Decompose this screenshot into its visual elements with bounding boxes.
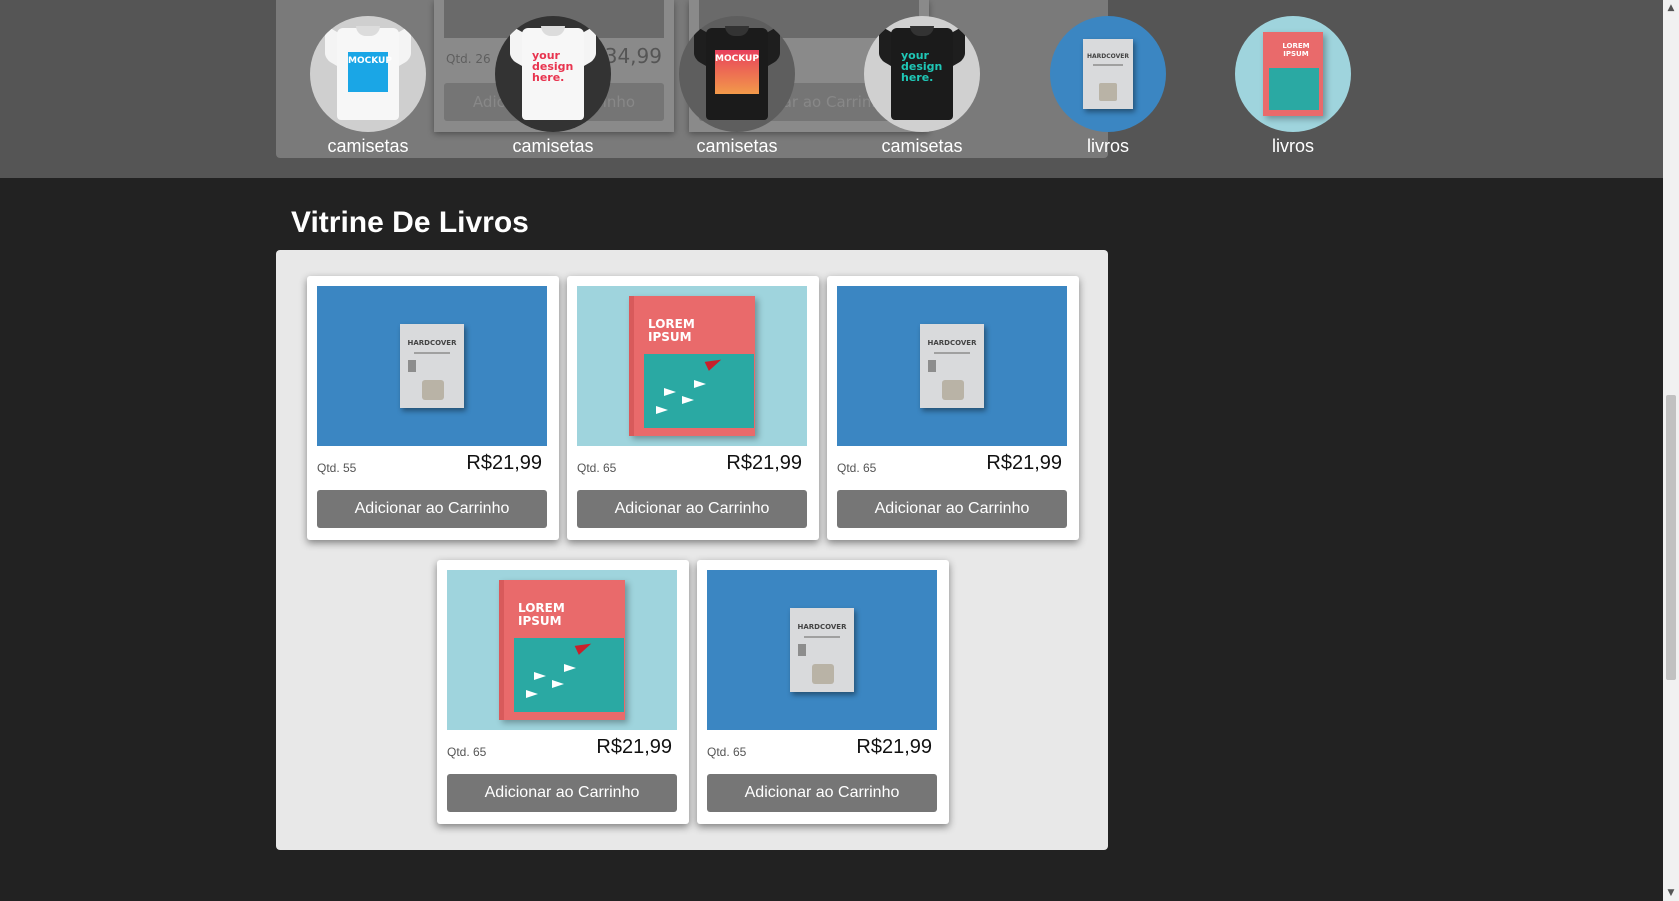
product-card: LOREM IPSUM Qtd. 65 R$21,99 Adicionar ao… bbox=[567, 276, 819, 540]
category-label: camisetas bbox=[696, 136, 778, 156]
book-showcase: HARDCOVER Qtd. 55 R$21,99 Adicionar ao C… bbox=[276, 250, 1108, 850]
add-to-cart-button[interactable]: Adicionar ao Carrinho bbox=[577, 490, 807, 528]
add-to-cart-button[interactable]: Adicionar ao Carrinho bbox=[447, 774, 677, 812]
category-label: camisetas bbox=[327, 136, 409, 156]
category-camisetas[interactable]: MOCKUP camisetas bbox=[308, 16, 428, 156]
product-price: R$21,99 bbox=[466, 452, 542, 474]
category-livros[interactable]: LOREM IPSUM livros bbox=[1233, 16, 1353, 156]
dimmed-qtd: Qtd. 26 bbox=[446, 52, 491, 66]
category-label: camisetas bbox=[881, 136, 963, 156]
tshirt-white-mockup-image: MOCKUP bbox=[310, 16, 426, 132]
product-card: HARDCOVER Qtd. 65 R$21,99 Adicionar ao C… bbox=[697, 560, 949, 824]
tshirt-white-design-image: your design here. bbox=[495, 16, 611, 132]
product-quantity: Qtd. 65 bbox=[837, 461, 877, 475]
book-hardcover-image[interactable]: HARDCOVER bbox=[707, 570, 937, 730]
category-label: livros bbox=[1271, 136, 1314, 156]
scroll-thumb[interactable] bbox=[1666, 395, 1676, 680]
book-hardcover-image[interactable]: HARDCOVER bbox=[317, 286, 547, 446]
book-lorem-ipsum-image[interactable]: LOREM IPSUM bbox=[577, 286, 807, 446]
category-camisetas[interactable]: MOCKUP camisetas bbox=[677, 16, 797, 156]
category-label: livros bbox=[1086, 136, 1129, 156]
product-quantity: Qtd. 65 bbox=[577, 461, 617, 475]
book-hardcover-image: HARDCOVER bbox=[1050, 16, 1166, 132]
category-overlay: Qtd. 26 R$34,99 Adicionar ao Carrinho R … bbox=[0, 0, 1663, 178]
tshirt-black-mockup-image: MOCKUP bbox=[679, 16, 795, 132]
category-camisetas[interactable]: your design here. camisetas bbox=[493, 16, 613, 156]
scroll-up-arrow-icon[interactable]: ▲ bbox=[1663, 0, 1679, 16]
product-card: HARDCOVER Qtd. 55 R$21,99 Adicionar ao C… bbox=[307, 276, 559, 540]
add-to-cart-button[interactable]: Adicionar ao Carrinho bbox=[837, 490, 1067, 528]
book-lorem-ipsum-image: LOREM IPSUM bbox=[1235, 16, 1351, 132]
product-price: R$21,99 bbox=[856, 736, 932, 758]
product-quantity: Qtd. 65 bbox=[447, 745, 487, 759]
tshirt-black-design-image: your design here. bbox=[864, 16, 980, 132]
category-livros[interactable]: HARDCOVER livros bbox=[1048, 16, 1168, 156]
product-price: R$21,99 bbox=[986, 452, 1062, 474]
product-price: R$21,99 bbox=[726, 452, 802, 474]
add-to-cart-button[interactable]: Adicionar ao Carrinho bbox=[317, 490, 547, 528]
book-hardcover-image[interactable]: HARDCOVER bbox=[837, 286, 1067, 446]
product-quantity: Qtd. 65 bbox=[707, 745, 747, 759]
scroll-down-arrow-icon[interactable]: ▼ bbox=[1663, 885, 1679, 901]
product-card: HARDCOVER Qtd. 65 R$21,99 Adicionar ao C… bbox=[827, 276, 1079, 540]
book-lorem-ipsum-image[interactable]: LOREM IPSUM bbox=[447, 570, 677, 730]
category-label: camisetas bbox=[512, 136, 594, 156]
add-to-cart-button[interactable]: Adicionar ao Carrinho bbox=[707, 774, 937, 812]
section-title: Vitrine De Livros bbox=[291, 206, 529, 239]
product-card: LOREM IPSUM Qtd. 65 R$21,99 Adicionar ao… bbox=[437, 560, 689, 824]
page-scrollbar[interactable]: ▲ ▼ bbox=[1663, 0, 1679, 901]
product-price: R$21,99 bbox=[596, 736, 672, 758]
product-quantity: Qtd. 55 bbox=[317, 461, 357, 475]
category-camisetas[interactable]: your design here. camisetas bbox=[862, 16, 982, 156]
